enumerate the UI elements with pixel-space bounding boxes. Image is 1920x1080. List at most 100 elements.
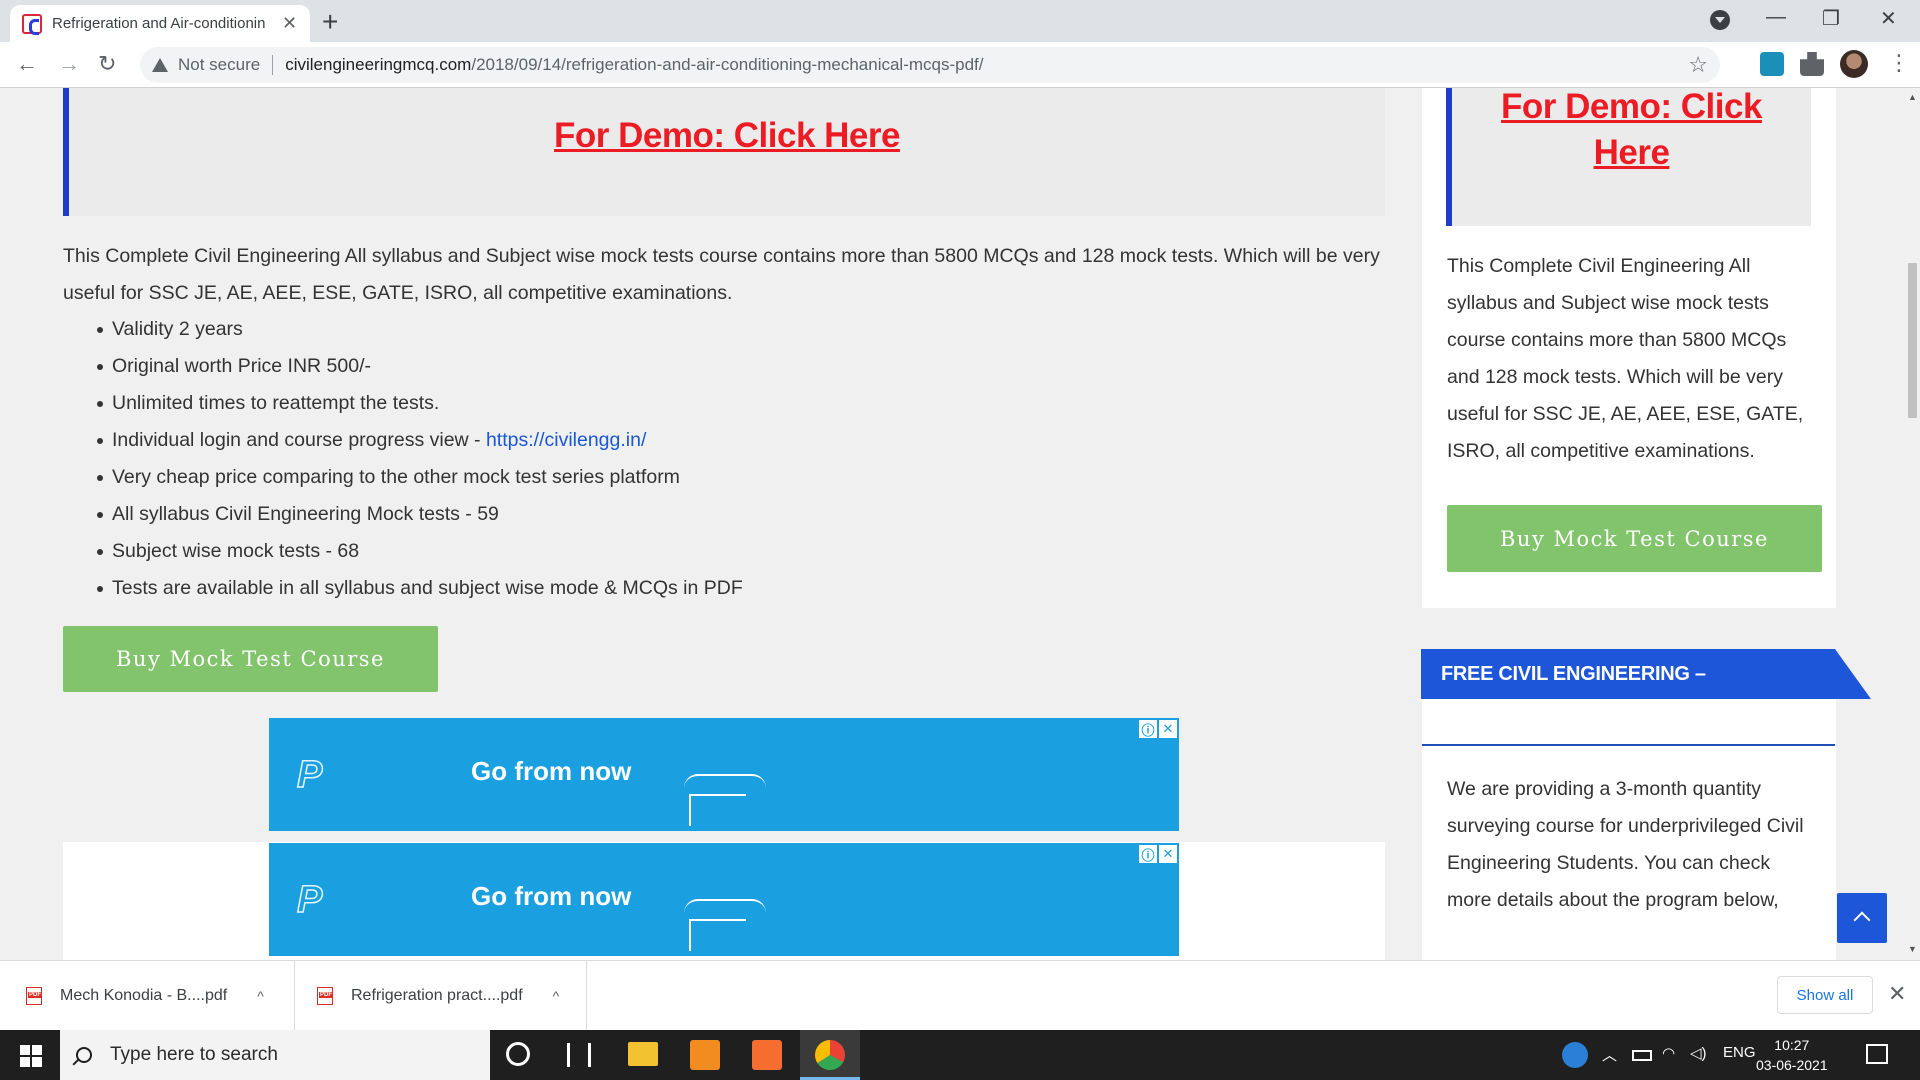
address-bar[interactable]: Not secure civilengineeringmcq.com/2018/… <box>140 47 1720 83</box>
xampp-icon[interactable] <box>752 1040 782 1070</box>
browser-tab[interactable]: Refrigeration and Air-conditionin ✕ <box>10 5 310 42</box>
free-course-description: We are providing a 3-month quantity surv… <box>1447 778 1804 911</box>
tab-search-icon[interactable] <box>1710 10 1730 30</box>
site-favicon-icon <box>22 13 42 35</box>
advertisement-banner[interactable]: P Go from now ⓘ ✕ <box>269 843 1179 956</box>
download-item[interactable]: Mech Konodia - B....pdf ^ <box>0 961 295 1031</box>
course-features-list: Validity 2 years Original worth Price IN… <box>97 311 1312 607</box>
sidebar-demo-callout: For Demo: Click Here <box>1446 88 1811 226</box>
tab-title: Refrigeration and Air-conditionin <box>52 15 266 32</box>
list-item: Individual login and course progress vie… <box>97 422 1312 459</box>
download-item[interactable]: Refrigeration pract....pdf ^ <box>295 961 587 1031</box>
language-indicator[interactable]: ENG <box>1723 1044 1756 1061</box>
extensions-puzzle-icon[interactable] <box>1800 52 1824 76</box>
sidebar-demo-link-line2: Here <box>1593 133 1670 172</box>
ad-controls: ⓘ ✕ <box>1139 720 1177 738</box>
chrome-taskbar-button[interactable] <box>800 1030 860 1080</box>
wifi-icon[interactable]: ◠ <box>1662 1044 1675 1062</box>
download-filename: Mech Konodia - B....pdf <box>60 987 228 1004</box>
scrollbar-thumb[interactable] <box>1908 263 1917 418</box>
advertisement-banner[interactable]: P Go from now ⓘ ✕ <box>269 718 1179 831</box>
scroll-down-arrow-icon[interactable]: ▼ <box>1908 944 1917 954</box>
show-all-downloads-button[interactable]: Show all <box>1777 976 1873 1014</box>
sublime-text-icon[interactable] <box>690 1040 720 1070</box>
bookmark-star-icon[interactable]: ☆ <box>1688 52 1708 78</box>
url-path: /2018/09/14/refrigeration-and-air-condit… <box>471 55 984 74</box>
list-item: Unlimited times to reattempt the tests. <box>97 385 1312 422</box>
battery-icon[interactable] <box>1632 1050 1652 1061</box>
address-separator <box>272 55 274 75</box>
profile-avatar[interactable] <box>1840 50 1868 78</box>
warning-icon <box>152 58 168 72</box>
page-scrollbar[interactable]: ▲ ▼ <box>1905 88 1920 960</box>
course-description: This Complete Civil Engineering All syll… <box>63 245 1380 304</box>
help-icon[interactable] <box>1562 1042 1588 1068</box>
free-course-heading: FREE CIVIL ENGINEERING – <box>1441 663 1706 685</box>
tab-close-icon[interactable]: ✕ <box>282 13 297 34</box>
close-window-button[interactable]: ✕ <box>1880 6 1897 31</box>
file-explorer-icon[interactable] <box>628 1042 658 1066</box>
sidebar-course-description: This Complete Civil Engineering All syll… <box>1447 255 1804 462</box>
ad-close-icon[interactable]: ✕ <box>1159 845 1177 863</box>
system-clock[interactable]: 10:27 03-06-2021 <box>1756 1035 1828 1075</box>
ad-graphic <box>684 899 766 960</box>
buy-mock-test-button[interactable]: Buy Mock Test Course <box>63 626 438 692</box>
notifications-icon[interactable] <box>1866 1044 1888 1064</box>
cortana-icon[interactable] <box>506 1042 530 1066</box>
minimize-button[interactable]: — <box>1766 6 1786 29</box>
page-content: For Demo: Click Here This Complete Civil… <box>0 88 1905 960</box>
tab-strip: Refrigeration and Air-conditionin ✕ + — … <box>0 0 1920 42</box>
demo-link[interactable]: For Demo: Click Here <box>69 116 1385 156</box>
scroll-to-top-button[interactable] <box>1837 893 1887 943</box>
list-item-text: Individual login and course progress vie… <box>112 429 486 451</box>
security-label[interactable]: Not secure <box>178 55 260 75</box>
list-item: All syllabus Civil Engineering Mock test… <box>97 496 1312 533</box>
list-item: Validity 2 years <box>97 311 1312 348</box>
paypal-logo-icon: P <box>296 753 323 797</box>
list-item: Very cheap price comparing to the other … <box>97 459 1312 496</box>
browser-toolbar: ← → ↻ Not secure civilengineeringmcq.com… <box>0 42 1920 88</box>
chrome-icon <box>815 1040 845 1070</box>
chevron-up-icon[interactable]: ^ <box>553 988 560 1004</box>
sidebar-demo-link[interactable]: For Demo: Click Here <box>1452 88 1811 176</box>
pdf-file-icon <box>26 987 42 1005</box>
course-link[interactable]: https://civilengg.in/ <box>486 429 646 451</box>
url-host: civilengineeringmcq.com <box>285 55 472 74</box>
demo-callout: For Demo: Click Here <box>63 88 1385 216</box>
back-button[interactable]: ← <box>16 51 38 77</box>
downloads-bar: Mech Konodia - B....pdf ^ Refrigeration … <box>0 960 1920 1031</box>
search-placeholder: Type here to search <box>110 1044 278 1065</box>
list-item: Original worth Price INR 500/- <box>97 348 1312 385</box>
ad-info-icon[interactable]: ⓘ <box>1139 720 1157 738</box>
sidebar-buy-mock-test-button[interactable]: Buy Mock Test Course <box>1447 505 1822 572</box>
task-view-icon[interactable] <box>567 1043 591 1067</box>
free-course-heading-banner: FREE CIVIL ENGINEERING – <box>1421 649 1871 699</box>
taskbar-search-input[interactable]: Type here to search <box>60 1030 490 1080</box>
ad-graphic <box>684 774 766 836</box>
forward-button[interactable]: → <box>58 51 80 77</box>
windows-start-icon[interactable] <box>20 1045 42 1067</box>
paypal-logo-icon: P <box>296 878 323 922</box>
extension-icon[interactable] <box>1760 52 1784 76</box>
maximize-button[interactable]: ❐ <box>1822 6 1840 31</box>
list-item: Tests are available in all syllabus and … <box>97 570 1312 607</box>
ad-text: Go from now <box>471 881 632 911</box>
close-downloads-icon[interactable]: ✕ <box>1888 981 1906 1007</box>
list-item: Subject wise mock tests - 68 <box>97 533 1312 570</box>
ad-info-icon[interactable]: ⓘ <box>1139 845 1157 863</box>
reload-button[interactable]: ↻ <box>98 51 116 77</box>
sidebar-demo-link-line1: For Demo: Click <box>1501 88 1762 126</box>
search-icon <box>76 1047 92 1063</box>
clock-time: 10:27 <box>1774 1037 1810 1053</box>
browser-menu-icon[interactable]: ⋮ <box>1888 50 1910 76</box>
new-tab-button[interactable]: + <box>322 6 338 38</box>
ad-text: Go from now <box>471 756 632 786</box>
pdf-file-icon <box>317 987 333 1005</box>
show-hidden-icons-icon[interactable]: ︿ <box>1602 1044 1617 1065</box>
heading-divider <box>1422 744 1835 746</box>
scroll-up-arrow-icon[interactable]: ▲ <box>1908 92 1917 102</box>
ad-close-icon[interactable]: ✕ <box>1159 720 1177 738</box>
clock-date: 03-06-2021 <box>1756 1057 1828 1073</box>
chevron-up-icon[interactable]: ^ <box>257 988 264 1004</box>
volume-icon[interactable]: ◁) <box>1690 1044 1707 1062</box>
